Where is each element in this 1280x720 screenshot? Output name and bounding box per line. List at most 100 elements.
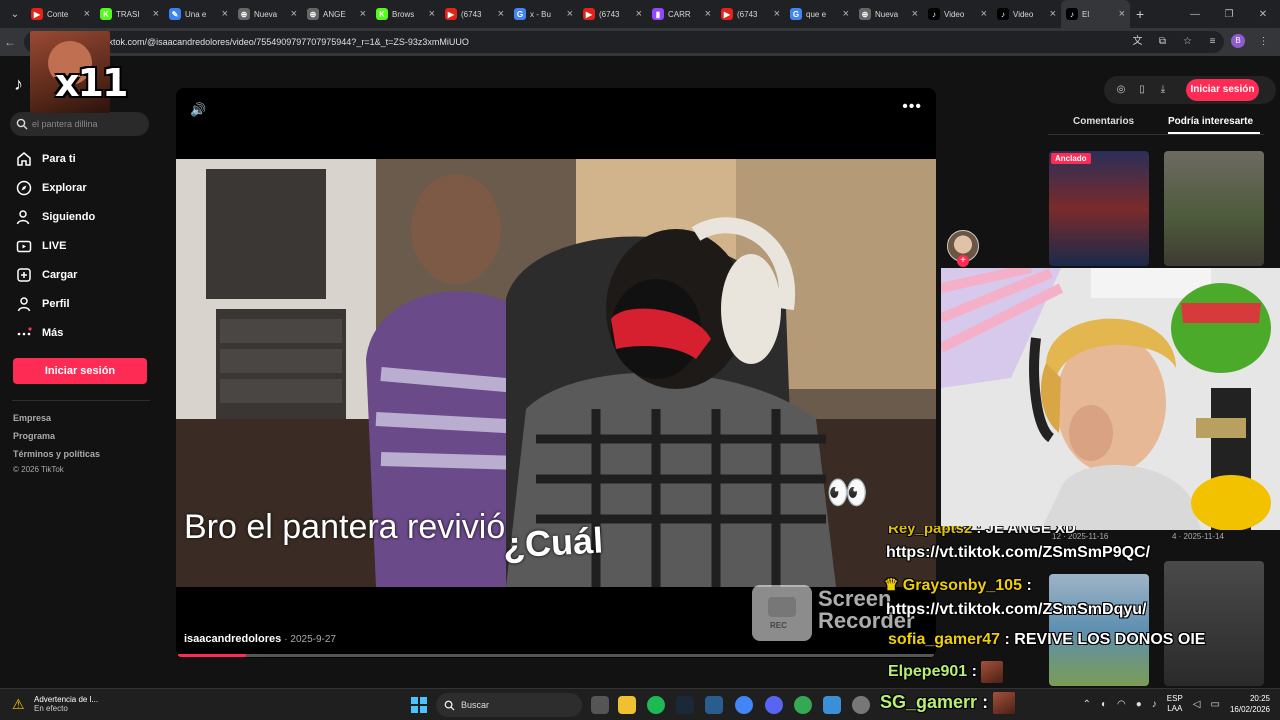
browser-tab[interactable]: ▶ (6743 ×	[716, 0, 785, 28]
wifi-icon[interactable]: ◠	[1117, 699, 1126, 710]
nav-live[interactable]: LIVE	[16, 238, 66, 254]
discord-icon[interactable]	[765, 696, 783, 714]
close-tab-icon[interactable]: ×	[222, 8, 228, 20]
close-tab-icon[interactable]: ×	[1119, 8, 1125, 20]
footer-link-empresa[interactable]: Empresa	[13, 413, 51, 423]
taskbar-search[interactable]: Buscar	[436, 693, 582, 717]
browser-tab[interactable]: Gx - Bu ×	[509, 0, 578, 28]
browser-tab[interactable]: ✎ Una e ×	[164, 0, 233, 28]
browser-tab[interactable]: ♪ Video ×	[992, 0, 1061, 28]
audio-icon[interactable]: ♪	[1152, 699, 1157, 710]
volume-icon[interactable]: 🔊	[190, 102, 206, 118]
nav-perfil[interactable]: Perfil	[16, 296, 70, 312]
translate-icon[interactable]: 文	[1131, 35, 1144, 48]
nav-cargar[interactable]: Cargar	[16, 267, 77, 283]
chevron-up-icon[interactable]: ⌃	[1083, 699, 1091, 710]
tab-comments[interactable]: Comentarios	[1073, 116, 1134, 127]
notepad-icon[interactable]	[823, 696, 841, 714]
language-indicator[interactable]: ESP LAA	[1167, 694, 1183, 714]
coin-icon[interactable]: ◎	[1114, 83, 1128, 97]
close-tab-icon[interactable]: ×	[981, 8, 987, 20]
close-tab-icon[interactable]: ×	[774, 8, 780, 20]
browser-tab[interactable]: ⊕ Nueva ×	[854, 0, 923, 28]
browser-tab[interactable]: K Brows ×	[371, 0, 440, 28]
browser-tab[interactable]: K TRASI ×	[95, 0, 164, 28]
download-icon[interactable]: ⤓	[1156, 83, 1170, 97]
browser-tab[interactable]: ♪ El ×	[1061, 0, 1130, 28]
browser-tab[interactable]: ♪ Video ×	[923, 0, 992, 28]
tiktok-logo[interactable]: ♪	[14, 74, 23, 95]
footer-link-programa[interactable]: Programa	[13, 431, 55, 441]
back-arrow-icon[interactable]: ←	[4, 35, 26, 49]
browser-tab[interactable]: ▮ CARR ×	[647, 0, 716, 28]
new-tab-button[interactable]: +	[1136, 6, 1144, 22]
browser-tab[interactable]: ▶ (6743 ×	[440, 0, 509, 28]
header-login-button[interactable]: Iniciar sesión	[1186, 79, 1259, 101]
close-tab-icon[interactable]: ×	[705, 8, 711, 20]
browser-tab[interactable]: ⊕ ANGE ×	[302, 0, 371, 28]
close-tab-icon[interactable]: ×	[360, 8, 366, 20]
browser-tab[interactable]: Gque e ×	[785, 0, 854, 28]
close-window-button[interactable]: ✕	[1246, 9, 1280, 20]
install-app-icon[interactable]: ⧉	[1156, 35, 1169, 48]
creator-username[interactable]: isaacandredolores	[184, 633, 281, 645]
nav-mas[interactable]: Más	[16, 325, 63, 341]
spotify-icon[interactable]	[647, 696, 665, 714]
network-icon[interactable]: ◐	[1101, 699, 1107, 710]
weather-warning-widget[interactable]: ⚠ Advertencia de l... En efecto	[12, 695, 98, 713]
suggested-video-thumb[interactable]: Anclado	[1049, 151, 1149, 266]
tab-title: El	[1082, 9, 1090, 19]
tab-favicon-icon: K	[376, 8, 388, 20]
obs-icon[interactable]	[852, 696, 870, 714]
close-tab-icon[interactable]: ×	[84, 8, 90, 20]
tab-search-button[interactable]: ⌄	[4, 3, 26, 25]
close-tab-icon[interactable]: ×	[153, 8, 159, 20]
follow-plus-icon[interactable]: +	[957, 255, 969, 267]
video-progress-bar[interactable]	[178, 654, 934, 657]
close-tab-icon[interactable]: ×	[429, 8, 435, 20]
device-icon[interactable]: ▯	[1135, 83, 1149, 97]
video-frame[interactable]: Bro el pantera revivió ¿Cuál 👀	[176, 159, 936, 587]
browser-tab[interactable]: ▶ (6743 ×	[578, 0, 647, 28]
nav-explorar[interactable]: Explorar	[16, 180, 87, 196]
more-options-icon[interactable]: •••	[902, 98, 922, 116]
microphone-icon[interactable]: ●	[1136, 699, 1142, 710]
footer-link-terms[interactable]: Términos y políticas	[13, 449, 100, 459]
close-tab-icon[interactable]: ×	[498, 8, 504, 20]
clock[interactable]: 20:25 16/02/2026	[1230, 693, 1270, 715]
close-tab-icon[interactable]: ×	[567, 8, 573, 20]
browser-tab[interactable]: ⊕ Nueva ×	[233, 0, 302, 28]
profile-avatar[interactable]: B	[1231, 34, 1245, 48]
close-tab-icon[interactable]: ×	[912, 8, 918, 20]
close-tab-icon[interactable]: ×	[1050, 8, 1056, 20]
minimize-button[interactable]: —	[1178, 9, 1212, 20]
menu-kebab-icon[interactable]: ⋮	[1257, 35, 1270, 48]
chrome-profile-icon[interactable]	[794, 696, 812, 714]
suggested-video-thumb[interactable]	[1049, 574, 1149, 686]
maximize-button[interactable]: ❐	[1212, 9, 1246, 20]
nav-para-ti[interactable]: Para ti	[16, 151, 76, 167]
volume-icon[interactable]: ◁	[1193, 699, 1201, 710]
tab-favicon-icon: ▮	[652, 8, 664, 20]
close-tab-icon[interactable]: ×	[291, 8, 297, 20]
steam-icon[interactable]	[676, 696, 694, 714]
login-button[interactable]: Iniciar sesión	[13, 358, 147, 384]
nav-siguiendo[interactable]: Siguiendo	[16, 209, 95, 225]
battery-icon[interactable]: ▭	[1211, 699, 1220, 710]
tab-might-interest[interactable]: Podría interesarte	[1168, 116, 1253, 127]
address-bar[interactable]: tiktok.com/@isaacandredolores/video/7554…	[24, 31, 1224, 53]
file-explorer-icon[interactable]	[618, 696, 636, 714]
browser-tab[interactable]: ▶ Conte ×	[26, 0, 95, 28]
suggested-video-thumb[interactable]	[1164, 151, 1264, 266]
chrome-icon[interactable]	[735, 696, 753, 714]
suggested-video-thumb[interactable]	[1164, 561, 1264, 686]
windows-start-icon[interactable]	[411, 697, 427, 713]
task-view-icon[interactable]	[591, 696, 609, 714]
video-player[interactable]: 🔊 ••• Bro el pantera revivió ¿Cuál 👀 isa…	[176, 88, 936, 658]
search-input[interactable]: el pantera dillina	[10, 112, 149, 136]
close-tab-icon[interactable]: ×	[636, 8, 642, 20]
bookmark-star-icon[interactable]: ☆	[1181, 35, 1194, 48]
reading-list-icon[interactable]: ≡	[1206, 35, 1219, 48]
app-icon[interactable]	[705, 696, 723, 714]
close-tab-icon[interactable]: ×	[843, 8, 849, 20]
